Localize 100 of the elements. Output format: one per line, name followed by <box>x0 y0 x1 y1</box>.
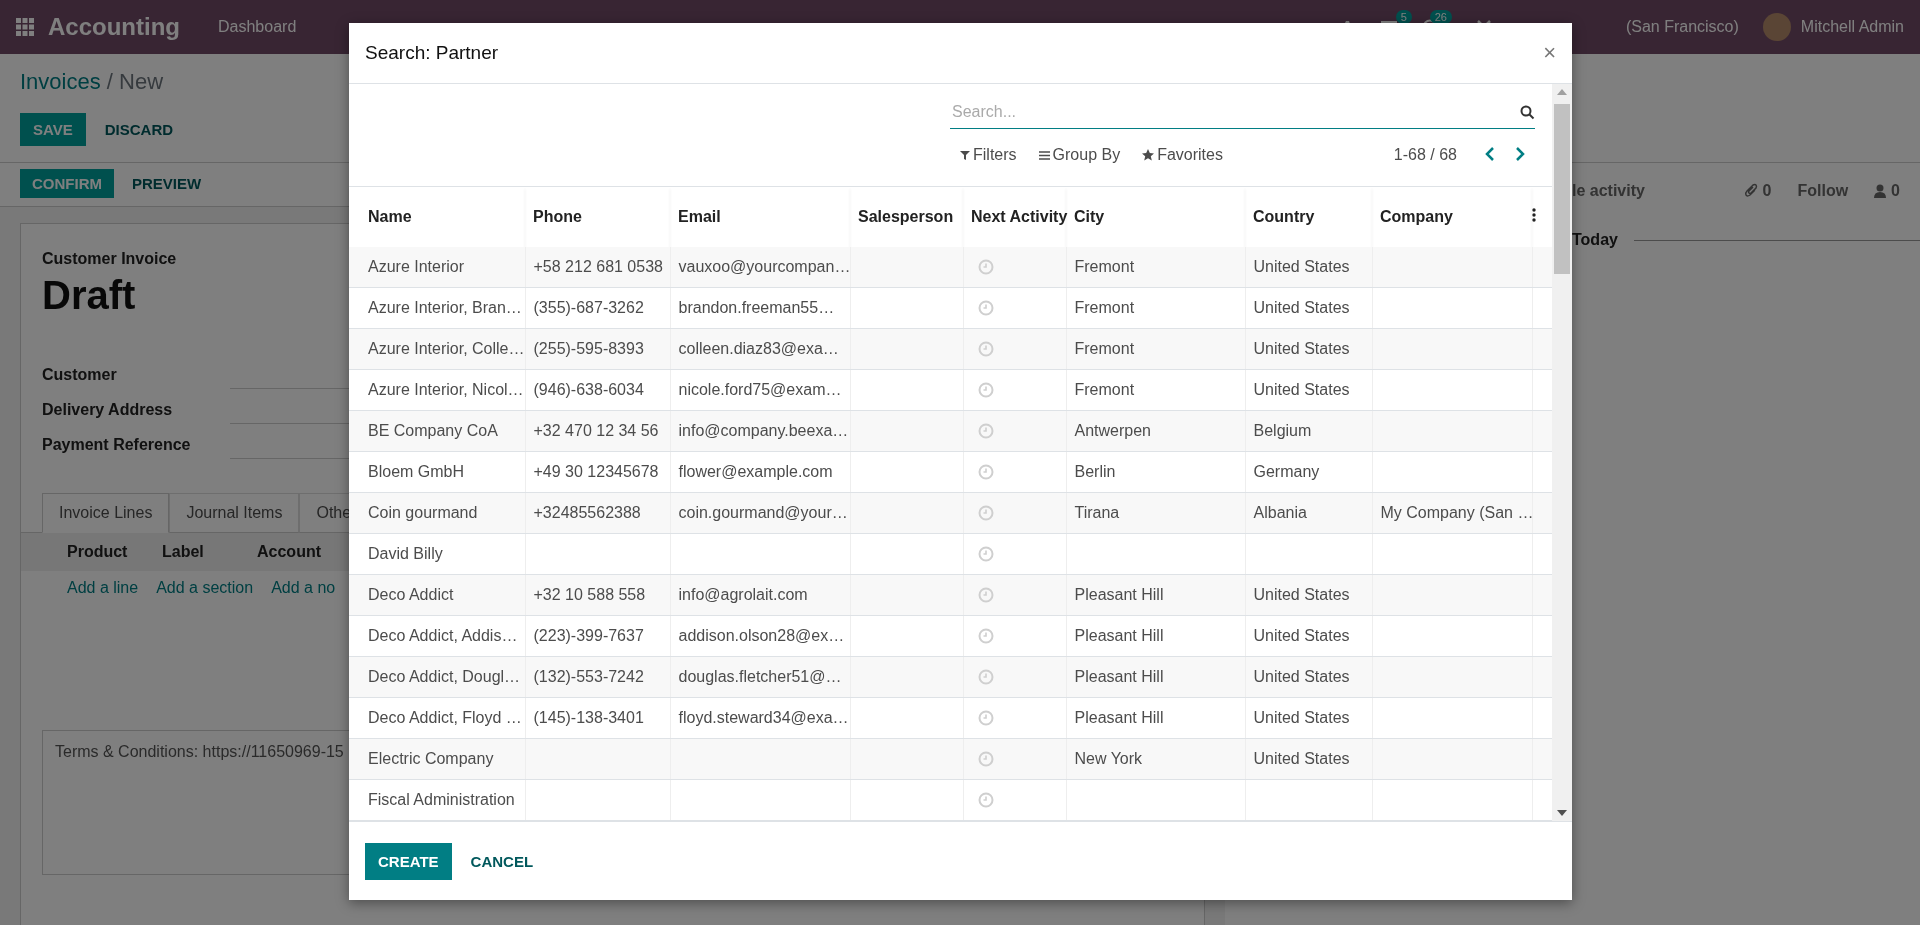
table-cell: Germany <box>1253 463 1320 480</box>
column-header: Label <box>162 543 205 561</box>
table-cell: +49 30 12345678 <box>533 463 659 480</box>
clock-icon <box>977 587 994 603</box>
table-cell: addison.olson28@ex… <box>678 627 845 644</box>
table-cell: Azure Interior, Nicol… <box>368 381 524 398</box>
primary-button[interactable]: CREATE <box>365 842 452 880</box>
table-cell: nicole.ford75@exam… <box>678 381 842 398</box>
table-cell: Azure Interior <box>368 258 465 275</box>
attachment-count: 0 <box>1762 182 1772 200</box>
field-label: Payment Reference <box>42 436 192 455</box>
table-cell: +32 10 588 558 <box>533 586 646 603</box>
column-header: Product <box>67 543 129 561</box>
column-header[interactable]: Next Activity <box>963 187 1066 247</box>
clock-icon <box>977 423 994 439</box>
invoice-state: Draft <box>42 273 136 318</box>
clock-icon <box>977 751 994 767</box>
person-icon[interactable] <box>1874 184 1887 198</box>
clock-icon <box>977 505 994 521</box>
secondary-button[interactable]: PREVIEW <box>120 169 214 198</box>
tab[interactable]: Invoice Lines <box>42 493 170 533</box>
clock-icon <box>977 382 994 398</box>
company-switcher[interactable]: (San Francisco) <box>1625 18 1739 36</box>
scrollbar[interactable] <box>1552 84 1572 821</box>
scrollbar-thumb[interactable] <box>1554 104 1570 274</box>
table-cell: United States <box>1253 627 1350 644</box>
table-cell: United States <box>1253 299 1350 316</box>
column-header[interactable]: Name <box>349 187 525 247</box>
table-cell: Fremont <box>1074 299 1135 316</box>
secondary-button[interactable]: DISCARD <box>91 113 187 146</box>
add-link[interactable]: Add a section <box>156 579 254 597</box>
menu-item[interactable]: Dashboard <box>218 18 297 36</box>
table-cell: Fiscal Administration <box>368 791 515 808</box>
follower-count: 0 <box>1891 182 1900 200</box>
table-cell: +32 470 12 34 56 <box>533 422 659 439</box>
invoice-type: Customer Invoice <box>42 250 177 268</box>
caret-up-icon[interactable] <box>1557 89 1567 95</box>
add-link[interactable]: Add a no <box>271 579 336 597</box>
table-cell: (355)-687-3262 <box>533 299 644 316</box>
table-cell: BE Company CoA <box>368 422 498 439</box>
table-cell: Bloem GmbH <box>368 463 465 480</box>
table-cell: (145)-138-3401 <box>533 709 644 726</box>
table-cell: United States <box>1253 381 1350 398</box>
clock-icon <box>977 341 994 357</box>
breadcrumb-current: New <box>119 69 164 94</box>
caret-down-icon[interactable] <box>1557 810 1567 816</box>
search-field[interactable]: Search... <box>950 96 1535 129</box>
lines-icon <box>1038 150 1050 160</box>
table-cell: United States <box>1253 586 1350 603</box>
table-cell: (946)-638-6034 <box>533 381 644 398</box>
table-cell: info@agrolait.com <box>678 586 808 603</box>
follow-button[interactable]: Follow <box>1797 182 1849 200</box>
table-cell: Deco Addict, Addis… <box>368 627 518 644</box>
column-header[interactable]: Salesperson <box>850 187 963 247</box>
table-cell: Antwerpen <box>1074 422 1151 439</box>
table-cell: United States <box>1253 668 1350 685</box>
close-button[interactable]: × <box>1543 40 1556 66</box>
column-header[interactable]: Email <box>670 187 850 247</box>
table-cell: Deco Addict, Floyd … <box>368 709 522 726</box>
table-cell: +32485562388 <box>533 504 641 521</box>
table-cell: colleen.diaz83@exa… <box>678 340 839 357</box>
column-header[interactable]: Company <box>1372 187 1532 247</box>
clock-icon <box>977 792 994 808</box>
user-menu[interactable]: Mitchell Admin <box>1800 18 1904 36</box>
clock-icon <box>977 710 994 726</box>
table-cell: David Billy <box>368 545 443 562</box>
chevron-left-icon <box>1485 146 1495 161</box>
schedule-activity-link[interactable]: le activity <box>1572 182 1645 200</box>
clock-icon <box>977 669 994 685</box>
search-option-button[interactable]: Filters <box>960 146 1017 164</box>
primary-button[interactable]: SAVE <box>20 113 86 146</box>
notification-badge: 5 <box>1395 10 1412 24</box>
search-option-button[interactable]: Group By <box>1038 146 1121 164</box>
table-cell: Pleasant Hill <box>1074 586 1164 603</box>
tab[interactable]: Journal Items <box>169 493 300 533</box>
table-cell: Pleasant Hill <box>1074 709 1164 726</box>
primary-button[interactable]: CONFIRM <box>20 169 114 198</box>
column-header[interactable]: City <box>1066 187 1245 247</box>
more-options-icon[interactable] <box>1532 208 1536 222</box>
search-icon[interactable] <box>1520 104 1535 120</box>
table-cell: Belgium <box>1253 422 1312 439</box>
table-cell: United States <box>1253 750 1350 767</box>
table-cell: brandon.freeman55… <box>678 299 835 316</box>
column-header[interactable]: Country <box>1245 187 1372 247</box>
dialog-title: Search: Partner <box>365 42 499 64</box>
table-cell: Pleasant Hill <box>1074 627 1164 644</box>
date-separator: Today <box>1572 231 1618 249</box>
app-name: Accounting <box>48 13 180 41</box>
secondary-button[interactable]: CANCEL <box>457 842 547 880</box>
search-option-button[interactable]: Favorites <box>1142 146 1223 164</box>
column-header[interactable]: Phone <box>525 187 670 247</box>
breadcrumb-link[interactable]: Invoices <box>20 69 101 94</box>
paperclip-icon[interactable] <box>1743 183 1758 199</box>
table-cell: (255)-595-8393 <box>533 340 644 357</box>
apps-grid-icon[interactable] <box>16 18 34 36</box>
add-link[interactable]: Add a line <box>67 579 139 597</box>
table-cell: floyd.steward34@exa… <box>678 709 849 726</box>
clock-icon <box>977 628 994 644</box>
clock-icon <box>977 300 994 316</box>
breadcrumb-separator: / <box>106 69 113 94</box>
